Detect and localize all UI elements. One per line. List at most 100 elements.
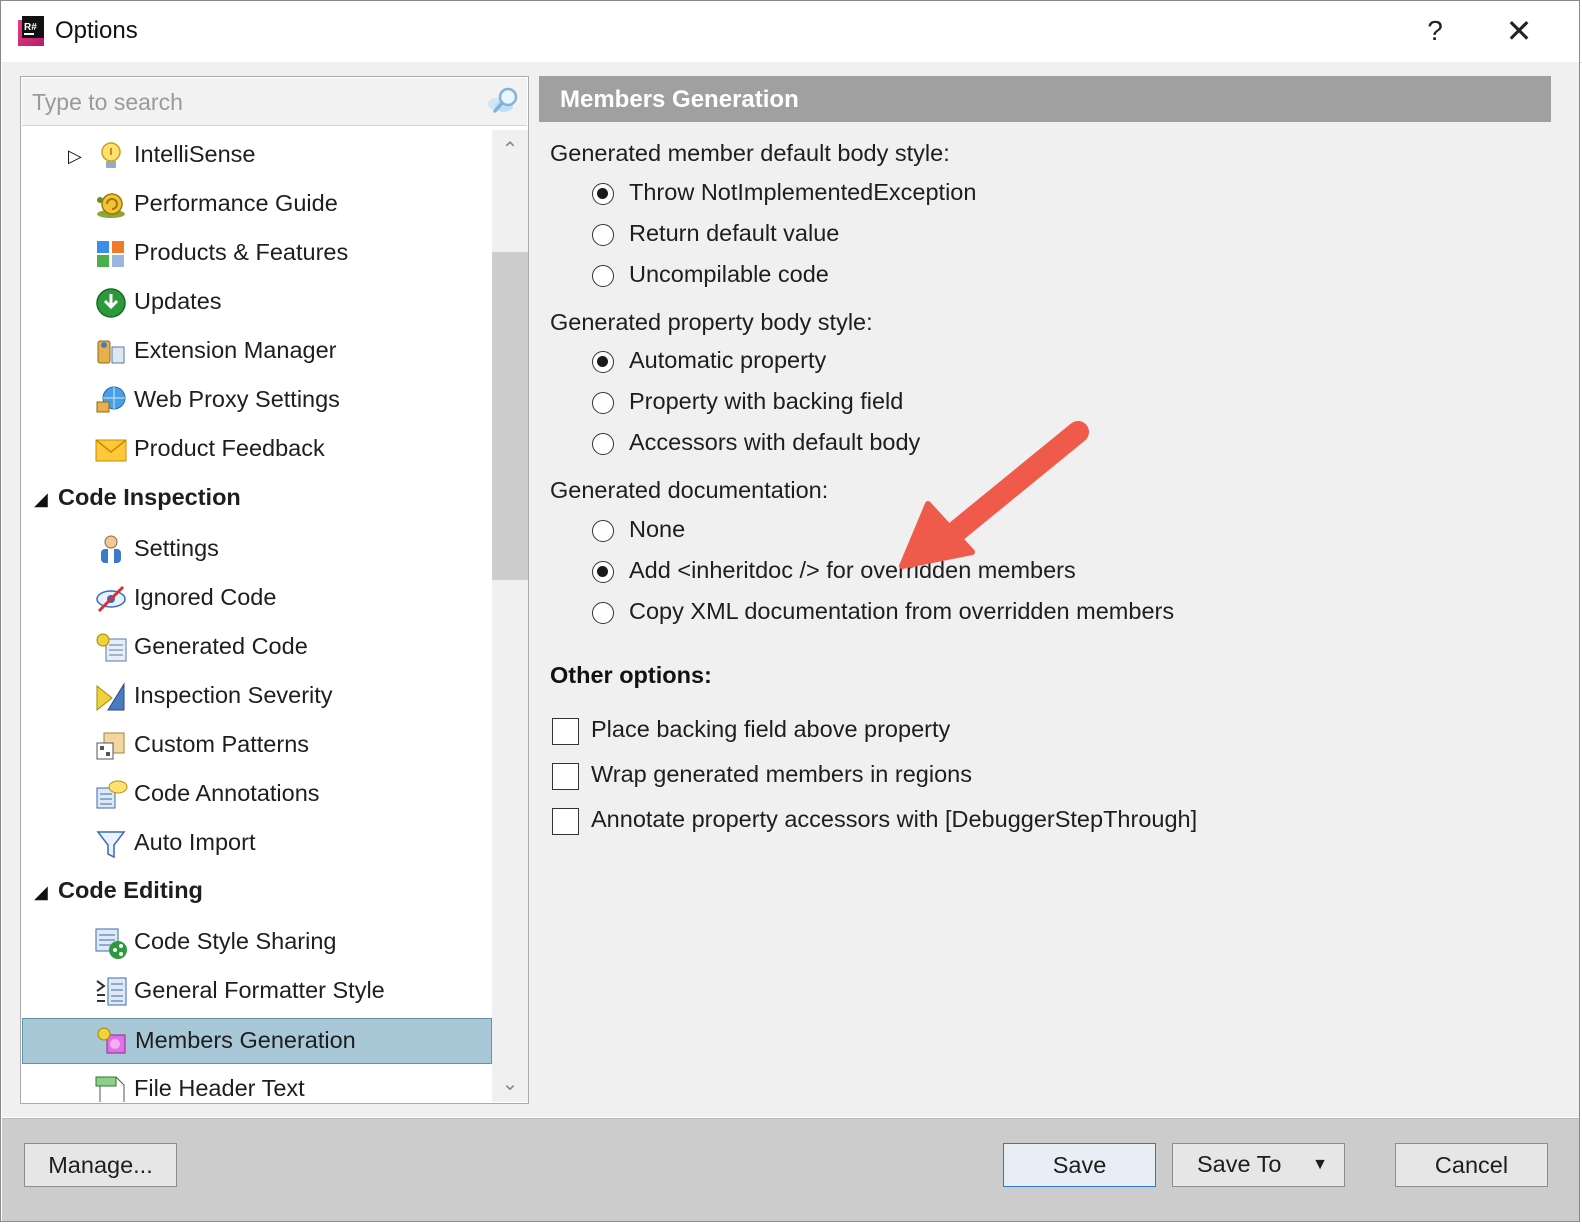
close-button[interactable]: ✕ <box>1500 12 1538 50</box>
checkbox-box[interactable] <box>552 718 579 745</box>
tree-item-ignored-code[interactable]: Ignored Code <box>22 576 492 622</box>
tree-item-label: Settings <box>134 535 219 561</box>
cancel-button[interactable]: Cancel <box>1395 1143 1548 1187</box>
title-bar <box>0 0 1582 63</box>
tree-item-label: Code Inspection <box>58 484 241 510</box>
tree-item-label: File Header Text <box>134 1075 305 1101</box>
save-to-button[interactable]: Save To ▼ <box>1172 1143 1345 1187</box>
documentation-label: Generated documentation: <box>550 477 829 503</box>
blocks-icon <box>94 237 128 271</box>
expanded-arrow-icon[interactable]: ◢ <box>34 488 54 510</box>
tree-item-extension-manager[interactable]: Extension Manager <box>22 329 492 375</box>
checkbox-label: Wrap generated members in regions <box>591 761 972 787</box>
tree-item-label: Ignored Code <box>134 584 277 610</box>
download-icon <box>94 286 128 320</box>
severity-icon <box>94 680 128 714</box>
scroll-up-icon[interactable]: ⌃ <box>492 132 528 168</box>
radio-circle[interactable] <box>592 602 614 624</box>
tree-item-label: Extension Manager <box>134 337 337 363</box>
radio-circle[interactable] <box>592 183 614 205</box>
tree-item-label: Inspection Severity <box>134 682 333 708</box>
snail-icon <box>94 188 128 222</box>
radio-circle[interactable] <box>592 433 614 455</box>
checkbox-label: Place backing field above property <box>591 716 951 742</box>
tree-item-members-generation[interactable]: Members Generation <box>22 1018 492 1064</box>
tree-item-label: Code Style Sharing <box>134 928 337 954</box>
manage-button[interactable]: Manage... <box>24 1143 177 1187</box>
tree-item-label: Products & Features <box>134 239 349 265</box>
tree-item-label: Code Editing <box>58 877 203 903</box>
search-icon[interactable] <box>486 84 524 118</box>
radio-label: None <box>629 516 686 542</box>
tree-item-code-editing[interactable]: ◢ Code Editing <box>22 869 492 915</box>
radio-circle[interactable] <box>592 561 614 583</box>
settings-tree: ▷ IntelliSense Performance Guide Products &… <box>22 130 492 1102</box>
envelope-icon <box>94 433 128 467</box>
scrollbar-thumb[interactable] <box>492 252 528 580</box>
tree-item-label: Members Generation <box>135 1027 356 1053</box>
tree-item-label: Web Proxy Settings <box>134 386 340 412</box>
globe-plug-icon <box>94 384 128 418</box>
generated-code-icon <box>94 631 128 665</box>
tree-item-label: Generated Code <box>134 633 308 659</box>
radio-label: Copy XML documentation from overridden m… <box>629 598 1175 624</box>
tree-item-label: Updates <box>134 288 222 314</box>
panel-title: Members Generation <box>560 86 799 113</box>
tree-item-code-style-sharing[interactable]: Code Style Sharing <box>22 920 492 966</box>
radio-circle[interactable] <box>592 351 614 373</box>
tree-item-code-annotations[interactable]: Code Annotations <box>22 772 492 818</box>
tree-item-performance-guide[interactable]: Performance Guide <box>22 182 492 228</box>
tree-item-label: IntelliSense <box>134 141 256 167</box>
body-style-label: Generated member default body style: <box>550 140 950 166</box>
patterns-icon <box>94 729 128 763</box>
checkbox-box[interactable] <box>552 808 579 835</box>
tree-item-generated-code[interactable]: Generated Code <box>22 625 492 671</box>
scroll-down-icon[interactable]: ⌄ <box>492 1066 528 1102</box>
tree-item-label: Product Feedback <box>134 435 325 461</box>
tree-item-file-header-text[interactable]: File Header Text <box>22 1067 492 1102</box>
resharper-icon-text: R# <box>24 22 37 33</box>
tree-item-label: Code Annotations <box>134 780 320 806</box>
lightbulb-icon <box>94 139 128 173</box>
collapsed-arrow-icon[interactable]: ▷ <box>68 145 88 167</box>
radio-label: Accessors with default body <box>629 429 921 455</box>
tree-item-auto-import[interactable]: Auto Import <box>22 821 492 867</box>
radio-label: Uncompilable code <box>629 261 829 287</box>
tree-item-settings[interactable]: Settings <box>22 527 492 573</box>
tree-item-web-proxy-settings[interactable]: Web Proxy Settings <box>22 378 492 424</box>
tree-item-label: Performance Guide <box>134 190 338 216</box>
tree-item-product-feedback[interactable]: Product Feedback <box>22 427 492 473</box>
radio-circle[interactable] <box>592 224 614 246</box>
radio-label: Automatic property <box>629 347 827 373</box>
tree-item-products-features[interactable]: Products & Features <box>22 231 492 277</box>
radio-label: Return default value <box>629 220 840 246</box>
tree-item-general-formatter-style[interactable]: General Formatter Style <box>22 969 492 1015</box>
save-button[interactable]: Save <box>1003 1143 1156 1187</box>
checkbox-box[interactable] <box>552 763 579 790</box>
eye-slash-icon <box>94 582 128 616</box>
tree-item-intellisense[interactable]: ▷ IntelliSense <box>22 133 492 179</box>
radio-circle[interactable] <box>592 520 614 542</box>
radio-circle[interactable] <box>592 265 614 287</box>
tree-item-inspection-severity[interactable]: Inspection Severity <box>22 674 492 720</box>
tree-item-code-inspection[interactable]: ◢ Code Inspection <box>22 476 492 522</box>
radio-label: Property with backing field <box>629 388 904 414</box>
tree-item-custom-patterns[interactable]: Custom Patterns <box>22 723 492 769</box>
file-header-icon <box>94 1073 128 1102</box>
search-input[interactable] <box>30 84 474 120</box>
help-button[interactable]: ? <box>1420 12 1450 50</box>
other-options-heading: Other options: <box>550 662 712 688</box>
funnel-icon <box>94 827 128 861</box>
search-box[interactable] <box>22 78 527 126</box>
tree-item-updates[interactable]: Updates <box>22 280 492 326</box>
expanded-arrow-icon[interactable]: ◢ <box>34 881 54 903</box>
window-title: Options <box>55 17 138 44</box>
tree-item-label: General Formatter Style <box>134 977 385 1003</box>
radio-label: Throw NotImplementedException <box>629 179 977 205</box>
radio-label: Add <inheritdoc /> for overridden member… <box>629 557 1076 583</box>
tree-item-label: Auto Import <box>134 829 256 855</box>
radio-circle[interactable] <box>592 392 614 414</box>
share-icon <box>94 926 128 960</box>
dropdown-arrow-icon[interactable]: ▼ <box>1312 1144 1328 1185</box>
property-style-label: Generated property body style: <box>550 309 873 335</box>
